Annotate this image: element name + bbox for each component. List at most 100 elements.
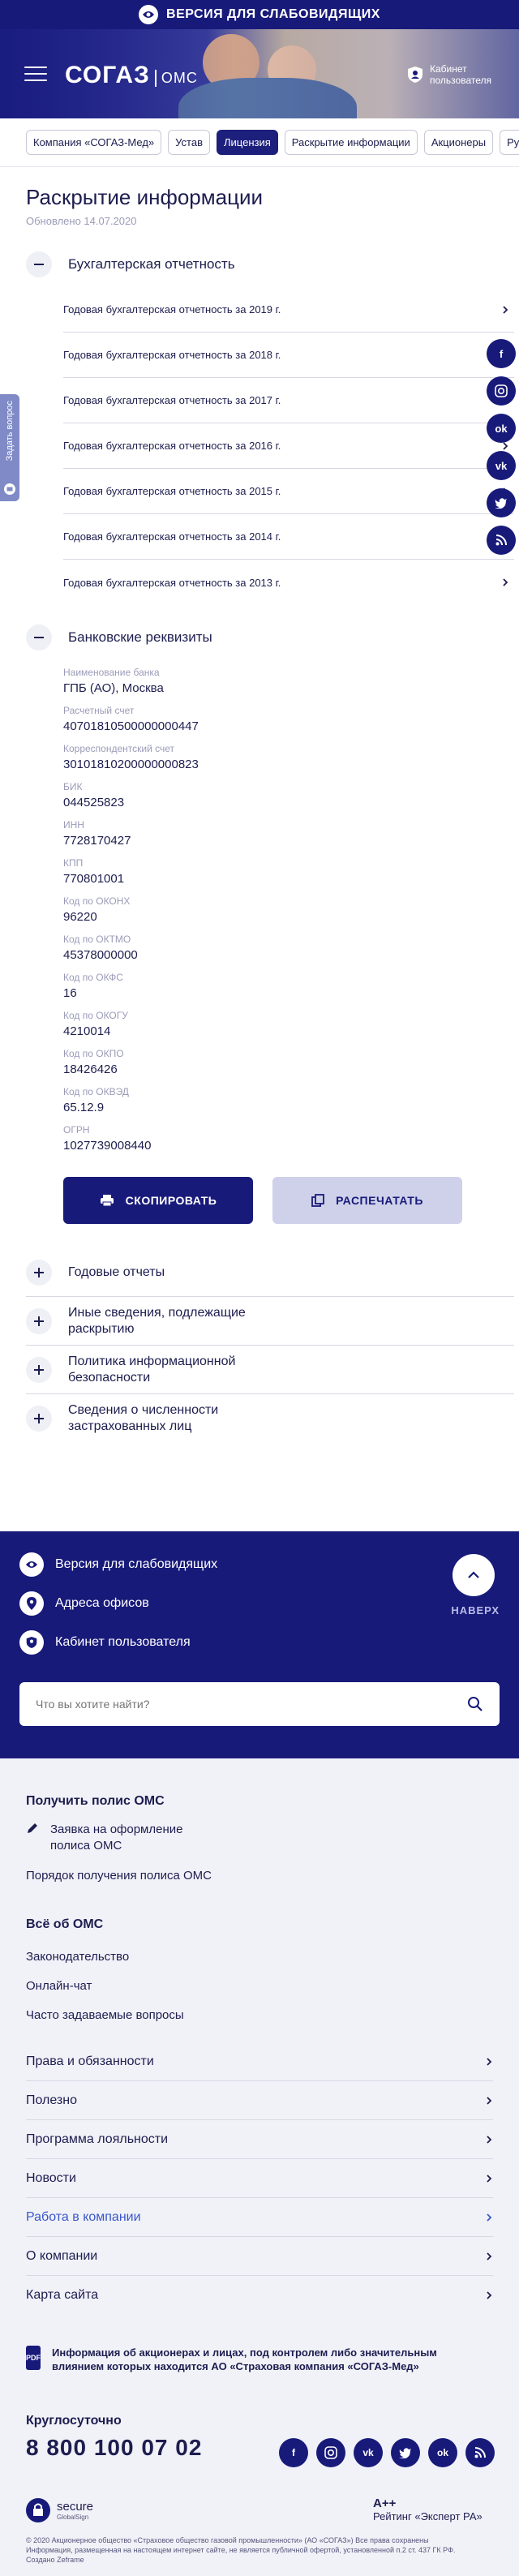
tab-company[interactable]: Компания «СОГАЗ-Мед»: [26, 130, 162, 155]
hotline-phone[interactable]: 8 800 100 07 02: [26, 2435, 202, 2461]
doc-link[interactable]: Годовая бухгалтерская отчетность за 2013…: [63, 560, 514, 605]
req-value: 4210014: [63, 1024, 111, 1038]
instagram-icon[interactable]: [316, 2438, 345, 2467]
site-header: СОГАЗ ОМС Кабинет пользователя: [0, 29, 519, 118]
shareholders-pdf-link[interactable]: PDF Информация об акционерах и лицах, по…: [26, 2346, 480, 2373]
vk-icon[interactable]: vk: [354, 2438, 383, 2467]
req-value: 16: [63, 986, 77, 1000]
req-value: 40701810500000000447: [63, 719, 199, 733]
accounting-section-toggle[interactable]: Бухгалтерская отчетность: [26, 251, 493, 277]
chevron-right-icon: [487, 2057, 492, 2066]
footer-main: Получить полис ОМС Заявка на оформление …: [0, 1758, 519, 2576]
menu-sitemap[interactable]: Карта сайта: [26, 2276, 493, 2315]
instagram-icon[interactable]: [487, 376, 516, 406]
bank-actions: СКОПИРОВАТЬ РАСПЕЧАТАТЬ: [63, 1177, 493, 1224]
tab-charter[interactable]: Устав: [168, 130, 211, 155]
menu-useful[interactable]: Полезно: [26, 2081, 493, 2120]
menu-loyalty[interactable]: Программа лояльности: [26, 2120, 493, 2159]
req-label: Расчетный счет: [63, 705, 135, 716]
policy-order-link[interactable]: Порядок получения полиса ОМС: [26, 1869, 212, 1883]
accounting-section-title: Бухгалтерская отчетность: [68, 256, 235, 272]
doc-link[interactable]: Годовая бухгалтерская отчетность за 2016…: [63, 423, 514, 469]
annual-reports-toggle[interactable]: Годовые отчеты: [26, 1248, 514, 1297]
facebook-icon[interactable]: f: [487, 339, 516, 368]
rss-icon[interactable]: [465, 2438, 495, 2467]
copy-button[interactable]: СКОПИРОВАТЬ: [63, 1177, 253, 1224]
low-vision-bar[interactable]: ВЕРСИЯ ДЛЯ СЛАБОВИДЯЩИХ: [0, 0, 519, 29]
print-button[interactable]: РАСПЕЧАТАТЬ: [272, 1177, 462, 1224]
doc-link[interactable]: Годовая бухгалтерская отчетность за 2019…: [63, 287, 514, 333]
req-value: ГПБ (АО), Москва: [63, 681, 164, 695]
odnoklassniki-icon[interactable]: ok: [428, 2438, 457, 2467]
other-info-toggle[interactable]: Иные сведения, подлежащие раскрытию: [26, 1297, 514, 1346]
menu-about[interactable]: О компании: [26, 2237, 493, 2276]
facebook-icon[interactable]: f: [279, 2438, 308, 2467]
menu-news[interactable]: Новости: [26, 2159, 493, 2198]
tab-shareholders[interactable]: Акционеры: [423, 130, 494, 155]
search-icon[interactable]: [467, 1696, 483, 1712]
search-input[interactable]: [36, 1698, 425, 1711]
chevron-right-icon: [487, 2096, 492, 2105]
doc-link[interactable]: Годовая бухгалтерская отчетность за 2015…: [63, 469, 514, 514]
menu-careers[interactable]: Работа в компании: [26, 2198, 493, 2237]
menu-rights[interactable]: Права и обязанности: [26, 2042, 493, 2081]
location-pin-icon: [19, 1591, 44, 1616]
footer-utility: Версия для слабовидящих Адреса офисов Ка…: [0, 1531, 519, 1758]
req-label: КПП: [63, 857, 84, 869]
printer-icon: [100, 1195, 114, 1207]
online-chat-link[interactable]: Онлайн-чат: [26, 1979, 92, 1993]
bank-details: Наименование банка ГПБ (АО), Москва Расч…: [63, 667, 493, 1153]
chevron-right-icon: [487, 2174, 492, 2183]
req-value: 18426426: [63, 1063, 118, 1076]
eye-icon: [139, 5, 159, 24]
policy-request-link[interactable]: Заявка на оформление полиса ОМС: [26, 1822, 204, 1854]
social-rail: f ok vk: [487, 339, 516, 555]
minus-icon: [26, 251, 52, 277]
insured-count-toggle[interactable]: Сведения о численности застрахованных ли…: [26, 1394, 514, 1443]
tab-disclosure[interactable]: Раскрытие информации: [284, 130, 418, 155]
user-cabinet-link[interactable]: Кабинет пользователя: [407, 63, 495, 86]
page: ВЕРСИЯ ДЛЯ СЛАБОВИДЯЩИХ СОГАЗ ОМС Кабине…: [0, 0, 519, 2576]
chevron-right-icon: [487, 2291, 492, 2299]
scroll-top-label: НАВЕРХ: [451, 1604, 500, 1616]
doc-link[interactable]: Годовая бухгалтерская отчетность за 2014…: [63, 514, 514, 560]
chevron-up-icon: [468, 1571, 479, 1578]
req-value: 7728170427: [63, 834, 131, 848]
rss-icon[interactable]: [487, 526, 516, 555]
minus-icon: [26, 625, 52, 650]
twitter-icon[interactable]: [391, 2438, 420, 2467]
odnoklassniki-icon[interactable]: ok: [487, 414, 516, 443]
ask-question-tab[interactable]: Задать вопрос: [0, 394, 19, 501]
req-label: Код по ОКОГУ: [63, 1010, 128, 1021]
doc-link[interactable]: Годовая бухгалтерская отчетность за 2018…: [63, 333, 514, 378]
vk-icon[interactable]: vk: [487, 451, 516, 480]
req-value: 65.12.9: [63, 1101, 105, 1114]
menu-burger-button[interactable]: [24, 67, 47, 81]
chevron-right-icon: [487, 2252, 492, 2260]
tab-management[interactable]: Руководство: [500, 130, 519, 155]
faq-link[interactable]: Часто задаваемые вопросы: [26, 2008, 184, 2022]
mail-icon: [4, 483, 15, 495]
shield-user-icon: [408, 67, 422, 83]
req-label: ОГРН: [63, 1124, 90, 1136]
site-logo[interactable]: СОГАЗ ОМС: [65, 62, 198, 89]
bank-section-title: Банковские реквизиты: [68, 629, 212, 645]
doc-link[interactable]: Годовая бухгалтерская отчетность за 2017…: [63, 378, 514, 423]
chevron-right-icon: [503, 578, 508, 586]
req-label: Код по ОКОНХ: [63, 895, 131, 907]
chevron-right-icon: [487, 2213, 492, 2222]
req-label: Код по ОКВЭД: [63, 1086, 129, 1097]
twitter-icon[interactable]: [487, 488, 516, 517]
footer-offices-link[interactable]: Адреса офисов: [19, 1591, 149, 1616]
tab-license[interactable]: Лицензия: [217, 130, 278, 155]
legislation-link[interactable]: Законодательство: [26, 1950, 129, 1964]
scroll-top-button[interactable]: [453, 1554, 495, 1596]
security-policy-toggle[interactable]: Политика информационной безопасности: [26, 1346, 514, 1394]
collapsed-sections: Годовые отчеты Иные сведения, подлежащие…: [26, 1248, 514, 1443]
eye-icon: [19, 1552, 44, 1577]
plus-icon: [26, 1406, 52, 1432]
bank-section-toggle[interactable]: Банковские реквизиты: [26, 625, 493, 650]
footer-low-vision-link[interactable]: Версия для слабовидящих: [19, 1552, 217, 1577]
footer-cabinet-link[interactable]: Кабинет пользователя: [19, 1630, 191, 1655]
low-vision-label: ВЕРСИЯ ДЛЯ СЛАБОВИДЯЩИХ: [166, 7, 380, 21]
